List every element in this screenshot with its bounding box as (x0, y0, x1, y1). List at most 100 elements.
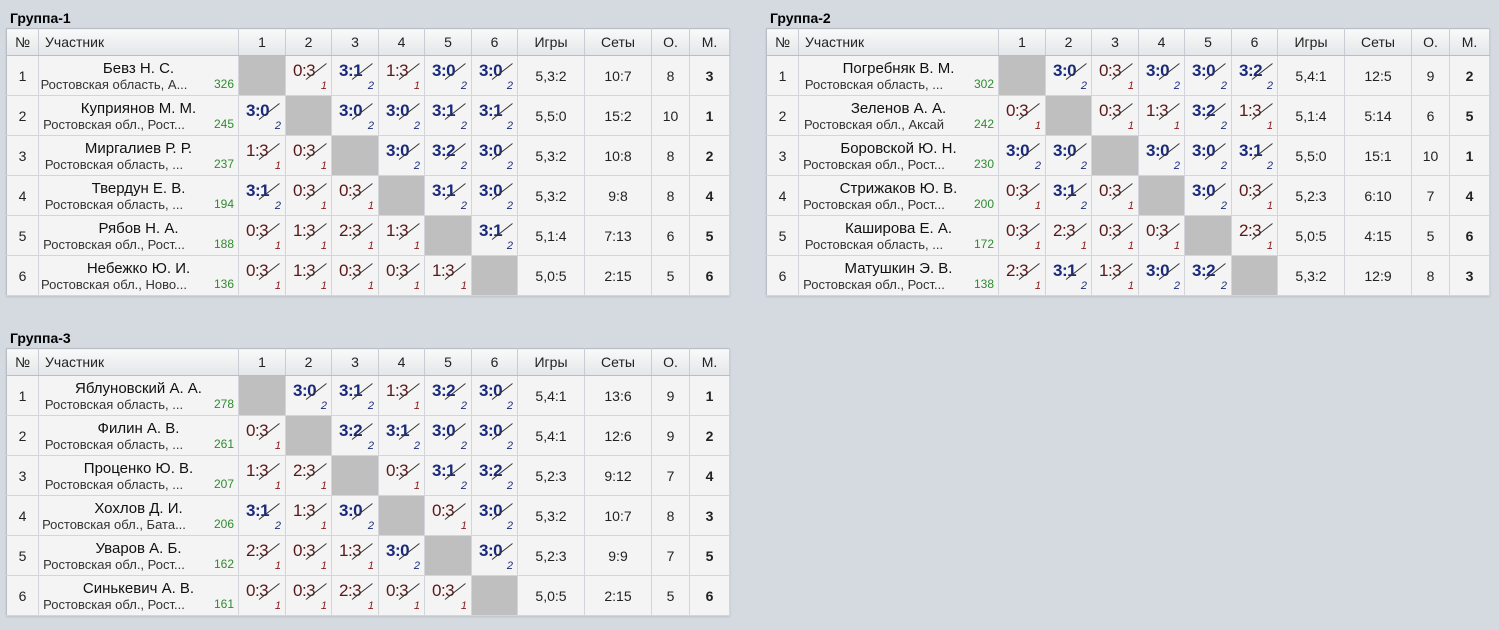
match-score-cell[interactable]: 3:1 2 (1045, 175, 1092, 216)
match-score-cell[interactable]: 0:3 1 (238, 255, 286, 296)
col-header-opponent[interactable]: 6 (1231, 28, 1278, 56)
match-score-cell[interactable]: 0:3 1 (1091, 215, 1139, 256)
col-header-opponent[interactable]: 1 (238, 348, 286, 376)
col-header-games[interactable]: Игры (517, 28, 585, 56)
match-score-cell[interactable]: 0:3 1 (331, 175, 379, 216)
match-score-cell[interactable]: 3:0 2 (471, 535, 518, 576)
player-cell[interactable]: Погребняк В. М. Ростовская область, ... 30… (798, 55, 999, 96)
player-name[interactable]: Рябов Н. А. (39, 220, 238, 237)
col-header-points[interactable]: О. (651, 348, 690, 376)
match-score-cell[interactable]: 3:0 2 (285, 375, 332, 416)
match-score-cell[interactable]: 3:1 2 (238, 175, 286, 216)
match-score-cell[interactable]: 3:2 2 (331, 415, 379, 456)
match-score-cell[interactable]: 3:0 2 (1184, 175, 1232, 216)
match-score-cell[interactable]: 2:3 1 (331, 215, 379, 256)
col-header-num[interactable]: № (766, 28, 799, 56)
match-score-cell[interactable]: 3:1 2 (238, 495, 286, 536)
col-header-opponent[interactable]: 3 (331, 348, 379, 376)
player-cell[interactable]: Уваров А. Б. Ростовская обл., Рост... 162 (38, 535, 239, 576)
match-score-cell[interactable]: 0:3 1 (238, 415, 286, 456)
col-header-opponent[interactable]: 5 (1184, 28, 1232, 56)
player-cell[interactable]: Зеленов А. А. Ростовская обл., Аксай 242 (798, 95, 999, 136)
match-score-cell[interactable]: 3:2 2 (471, 455, 518, 496)
match-score-cell[interactable]: 3:0 2 (471, 495, 518, 536)
player-name[interactable]: Каширова Е. А. (799, 220, 998, 237)
player-name[interactable]: Бевз Н. С. (39, 60, 238, 77)
match-score-cell[interactable]: 0:3 1 (378, 575, 425, 616)
player-name[interactable]: Проценко Ю. В. (39, 460, 238, 477)
col-header-opponent[interactable]: 6 (471, 28, 518, 56)
match-score-cell[interactable]: 3:0 2 (998, 135, 1046, 176)
match-score-cell[interactable]: 3:0 2 (1184, 55, 1232, 96)
col-header-place[interactable]: М. (689, 28, 730, 56)
match-score-cell[interactable]: 3:0 2 (471, 415, 518, 456)
player-cell[interactable]: Стрижаков Ю. В. Ростовская обл., Рост... 2… (798, 175, 999, 216)
match-score-cell[interactable]: 0:3 1 (998, 175, 1046, 216)
match-score-cell[interactable]: 1:3 1 (238, 455, 286, 496)
match-score-cell[interactable]: 3:0 2 (378, 535, 425, 576)
match-score-cell[interactable]: 3:0 2 (471, 375, 518, 416)
match-score-cell[interactable]: 3:0 2 (331, 95, 379, 136)
match-score-cell[interactable]: 3:0 2 (1045, 55, 1092, 96)
player-cell[interactable]: Яблуновский А. А. Ростовская область, ...… (38, 375, 239, 416)
match-score-cell[interactable]: 3:2 2 (1231, 55, 1278, 96)
match-score-cell[interactable]: 3:2 2 (1184, 95, 1232, 136)
match-score-cell[interactable]: 0:3 1 (424, 495, 472, 536)
player-cell[interactable]: Бевз Н. С. Ростовская область, А... 326 (38, 55, 239, 96)
match-score-cell[interactable]: 1:3 1 (285, 495, 332, 536)
match-score-cell[interactable]: 2:3 1 (285, 455, 332, 496)
match-score-cell[interactable]: 1:3 1 (238, 135, 286, 176)
player-name[interactable]: Твердун Е. В. (39, 180, 238, 197)
match-score-cell[interactable]: 3:0 2 (238, 95, 286, 136)
col-header-opponent[interactable]: 5 (424, 348, 472, 376)
match-score-cell[interactable]: 3:1 2 (424, 95, 472, 136)
match-score-cell[interactable]: 0:3 1 (285, 575, 332, 616)
match-score-cell[interactable]: 0:3 1 (285, 175, 332, 216)
match-score-cell[interactable]: 0:3 1 (331, 255, 379, 296)
match-score-cell[interactable]: 3:1 2 (1045, 255, 1092, 296)
match-score-cell[interactable]: 0:3 1 (238, 215, 286, 256)
col-header-opponent[interactable]: 2 (285, 348, 332, 376)
match-score-cell[interactable]: 1:3 1 (378, 375, 425, 416)
match-score-cell[interactable]: 3:0 2 (1138, 135, 1185, 176)
match-score-cell[interactable]: 3:2 2 (424, 375, 472, 416)
col-header-points[interactable]: О. (651, 28, 690, 56)
match-score-cell[interactable]: 1:3 1 (285, 215, 332, 256)
player-name[interactable]: Хохлов Д. И. (39, 500, 238, 517)
col-header-opponent[interactable]: 1 (998, 28, 1046, 56)
player-cell[interactable]: Боровской Ю. Н. Ростовская обл., Рост... 2… (798, 135, 999, 176)
col-header-sets[interactable]: Сеты (584, 28, 652, 56)
col-header-games[interactable]: Игры (517, 348, 585, 376)
col-header-opponent[interactable]: 5 (424, 28, 472, 56)
match-score-cell[interactable]: 3:0 2 (471, 55, 518, 96)
match-score-cell[interactable]: 2:3 1 (1231, 215, 1278, 256)
match-score-cell[interactable]: 3:1 2 (331, 375, 379, 416)
col-header-opponent[interactable]: 6 (471, 348, 518, 376)
match-score-cell[interactable]: 0:3 1 (1091, 55, 1139, 96)
player-cell[interactable]: Куприянов М. М. Ростовская обл., Рост... 2… (38, 95, 239, 136)
col-header-place[interactable]: М. (1449, 28, 1490, 56)
col-header-player[interactable]: Участник (38, 28, 239, 56)
match-score-cell[interactable]: 3:0 2 (471, 175, 518, 216)
col-header-sets[interactable]: Сеты (1344, 28, 1412, 56)
match-score-cell[interactable]: 0:3 1 (1231, 175, 1278, 216)
match-score-cell[interactable]: 0:3 1 (1138, 215, 1185, 256)
match-score-cell[interactable]: 3:0 2 (1045, 135, 1092, 176)
player-cell[interactable]: Хохлов Д. И. Ростовская обл., Бата... 206 (38, 495, 239, 536)
match-score-cell[interactable]: 3:1 2 (1231, 135, 1278, 176)
match-score-cell[interactable]: 2:3 1 (1045, 215, 1092, 256)
match-score-cell[interactable]: 3:0 2 (471, 135, 518, 176)
match-score-cell[interactable]: 3:1 2 (471, 95, 518, 136)
match-score-cell[interactable]: 3:0 2 (424, 415, 472, 456)
player-name[interactable]: Боровской Ю. Н. (799, 140, 998, 157)
player-name[interactable]: Миргалиев Р. Р. (39, 140, 238, 157)
match-score-cell[interactable]: 3:1 2 (424, 175, 472, 216)
match-score-cell[interactable]: 0:3 1 (378, 455, 425, 496)
col-header-num[interactable]: № (6, 348, 39, 376)
col-header-points[interactable]: О. (1411, 28, 1450, 56)
col-header-opponent[interactable]: 2 (285, 28, 332, 56)
match-score-cell[interactable]: 0:3 1 (285, 135, 332, 176)
match-score-cell[interactable]: 3:2 2 (1184, 255, 1232, 296)
match-score-cell[interactable]: 1:3 1 (378, 55, 425, 96)
match-score-cell[interactable]: 1:3 1 (1231, 95, 1278, 136)
